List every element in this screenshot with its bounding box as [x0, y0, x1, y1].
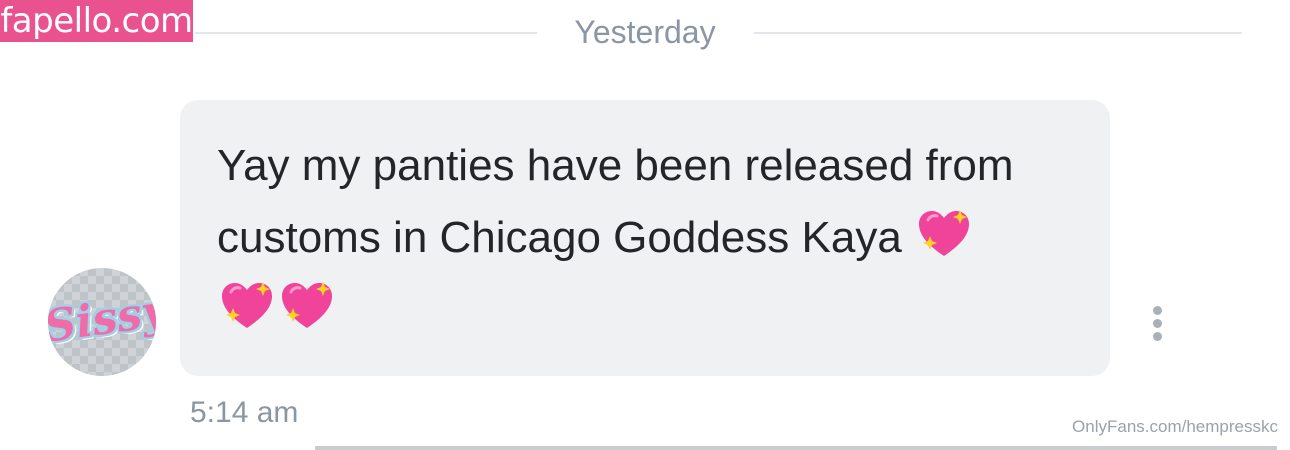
- message-timestamp: 5:14 am: [190, 396, 299, 429]
- date-separator-line-right: [754, 32, 1242, 34]
- message-bubble[interactable]: Yay my panties have been released from c…: [180, 100, 1110, 376]
- date-separator-label: Yesterday: [574, 14, 716, 50]
- message-text: Yay my panties have been released from c…: [217, 130, 1087, 346]
- sparkling-heart-icon: [219, 278, 275, 334]
- message-text-line-1: Yay my panties have been released from: [217, 141, 1014, 190]
- sparkling-heart-icon: [279, 278, 335, 334]
- kebab-dot: [1153, 319, 1162, 328]
- sender-avatar[interactable]: Sissy: [48, 268, 156, 376]
- sparkling-heart-icon: [916, 206, 972, 262]
- date-separator-line-left: [195, 32, 537, 34]
- message-text-line-2: customs in Chicago Goddess Kaya: [217, 213, 902, 262]
- kebab-vertical-icon[interactable]: [1143, 302, 1173, 342]
- kebab-dot: [1153, 332, 1162, 341]
- kebab-dot: [1153, 306, 1162, 315]
- source-watermark: OnlyFans.com/hempresskc: [1072, 417, 1278, 436]
- media-preview-strip[interactable]: [315, 446, 1277, 450]
- site-watermark-badge: fapello.com: [0, 0, 193, 42]
- avatar-logo-text: Sissy: [48, 285, 156, 353]
